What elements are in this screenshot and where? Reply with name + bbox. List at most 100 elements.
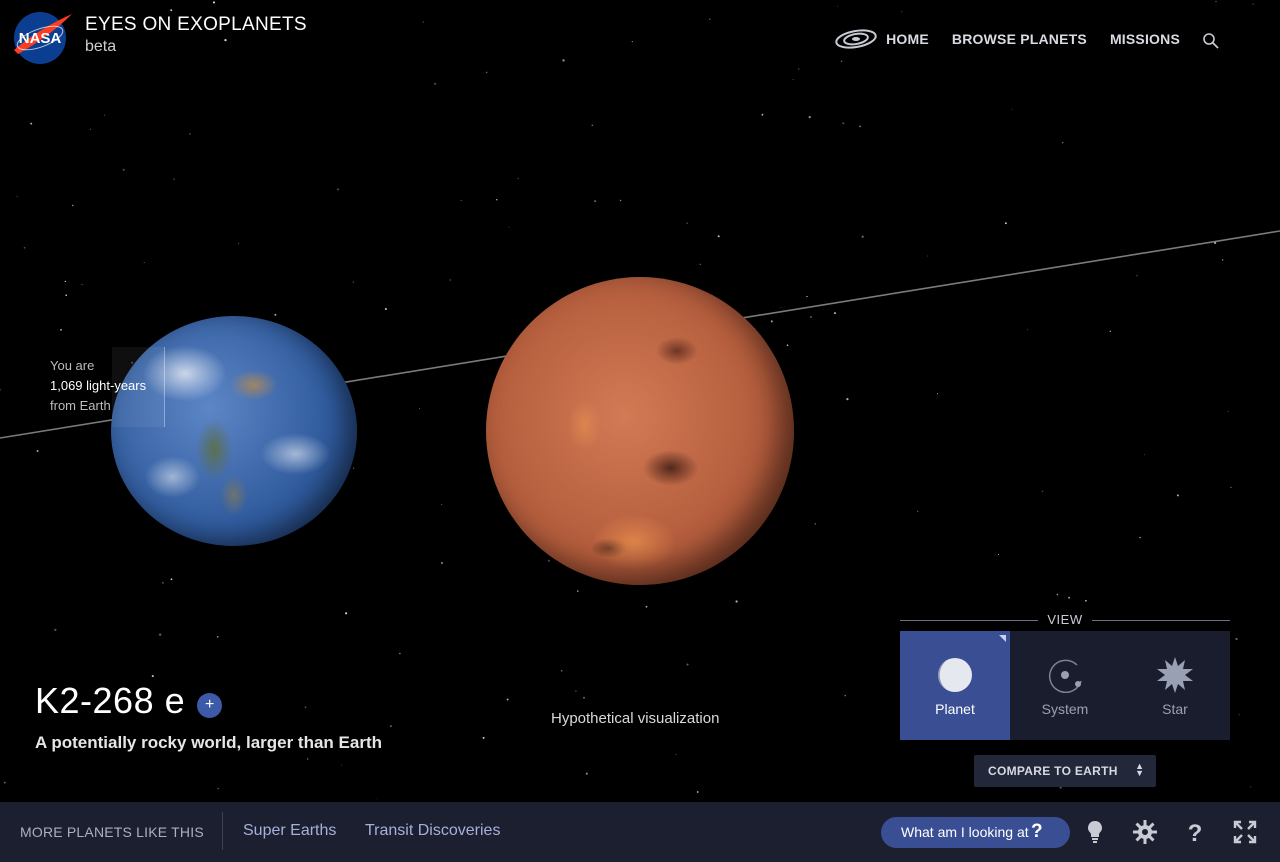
- star-dot: [216, 635, 219, 638]
- more-planets-label: MORE PLANETS LIKE THIS: [20, 824, 204, 840]
- star-dot: [1026, 329, 1028, 331]
- star-dot: [1068, 596, 1071, 599]
- star-dot: [161, 581, 164, 584]
- star-dot: [30, 122, 33, 125]
- star-dot: [562, 59, 565, 62]
- nav-missions[interactable]: MISSIONS: [1110, 31, 1180, 47]
- star-dot: [170, 578, 173, 581]
- star-dot: [274, 313, 277, 316]
- star-dot: [577, 590, 579, 592]
- distance-value: 1,069 light-years: [50, 378, 147, 393]
- star-dot: [547, 559, 550, 562]
- star-dot: [304, 706, 307, 709]
- star-dot: [1139, 536, 1141, 539]
- gear-icon[interactable]: [1133, 820, 1157, 844]
- star-dot: [506, 698, 509, 701]
- star-dot: [36, 450, 39, 452]
- app-subtitle: beta: [85, 38, 117, 55]
- star-dot: [81, 283, 83, 286]
- star-dot: [792, 79, 794, 81]
- divider: [222, 812, 223, 850]
- star-dot: [60, 328, 62, 331]
- star-dot: [508, 226, 510, 228]
- star-dot: [151, 675, 154, 678]
- view-selector: Planet System Star: [900, 631, 1230, 740]
- star-dot: [917, 510, 919, 512]
- star-dot: [517, 177, 520, 180]
- star-dot: [619, 199, 622, 202]
- star-dot: [496, 199, 498, 201]
- svg-text:?: ?: [1188, 820, 1203, 844]
- star-dot: [735, 600, 738, 603]
- star-dot: [997, 553, 1000, 555]
- star-dot: [797, 68, 800, 70]
- lightbulb-icon[interactable]: [1083, 820, 1107, 844]
- top-navigation: HOME BROWSE PLANETS MISSIONS: [834, 28, 1220, 50]
- fullscreen-icon[interactable]: [1233, 820, 1257, 844]
- star-dot: [384, 307, 388, 311]
- star-dot: [686, 222, 688, 224]
- star-dot: [1011, 108, 1013, 110]
- star-dot: [1062, 142, 1064, 144]
- galaxy-icon[interactable]: [834, 28, 878, 50]
- star-dot: [441, 503, 443, 505]
- star-dot: [1085, 599, 1087, 602]
- search-icon[interactable]: [1202, 32, 1220, 50]
- star-dot: [585, 772, 588, 775]
- star-dot: [631, 40, 633, 43]
- star-dot: [814, 523, 816, 525]
- star-dot: [1250, 786, 1252, 788]
- star-dot: [846, 397, 849, 401]
- planet-icon: [938, 658, 972, 692]
- star-dot: [1056, 593, 1059, 596]
- star-dot: [1176, 494, 1179, 497]
- star-dot: [834, 312, 836, 315]
- what-am-i-looking-at-button[interactable]: What am I looking at ?: [881, 817, 1070, 848]
- sort-arrows-icon: ▲ ▼: [1135, 761, 1144, 778]
- star-dot: [861, 235, 864, 238]
- help-icon[interactable]: ?: [1183, 820, 1207, 844]
- exoplanet-sphere[interactable]: [486, 277, 794, 585]
- star-dot: [482, 736, 485, 739]
- nav-browse-planets[interactable]: BROWSE PLANETS: [952, 31, 1087, 47]
- star-dot: [422, 21, 424, 23]
- star-dot: [434, 82, 437, 85]
- star-dot: [1144, 454, 1145, 456]
- star-dot: [217, 787, 219, 790]
- star-dot: [686, 663, 689, 666]
- svg-text:NASA: NASA: [19, 30, 62, 47]
- view-option-system[interactable]: System: [1010, 631, 1120, 740]
- star-dot: [3, 781, 6, 784]
- star-dot: [16, 195, 18, 197]
- category-transit-discoveries[interactable]: Transit Discoveries: [365, 822, 500, 840]
- star-dot: [583, 696, 585, 699]
- star-dot: [1136, 275, 1138, 277]
- star-dot: [173, 178, 175, 180]
- nav-home[interactable]: HOME: [886, 31, 929, 47]
- view-option-planet[interactable]: Planet: [900, 631, 1010, 740]
- star-dot: [143, 262, 145, 263]
- planet-description: A potentially rocky world, larger than E…: [35, 733, 382, 752]
- star-dot: [376, 798, 378, 800]
- star-dot: [1004, 222, 1007, 225]
- view-option-star[interactable]: Star: [1120, 631, 1230, 740]
- star-dot: [699, 263, 701, 265]
- star-dot: [717, 235, 720, 238]
- star-dot: [761, 113, 764, 116]
- star-dot: [1230, 486, 1232, 489]
- star-dot: [419, 407, 421, 409]
- star-dot: [709, 18, 711, 20]
- star-dot: [1227, 411, 1229, 413]
- star-dot: [645, 605, 648, 608]
- add-button[interactable]: +: [197, 692, 223, 718]
- star-dot: [238, 242, 239, 244]
- view-heading: VIEW: [900, 612, 1230, 628]
- nasa-logo[interactable]: NASA: [10, 10, 74, 66]
- compare-to-earth-button[interactable]: COMPARE TO EARTH ▲ ▼: [974, 755, 1156, 787]
- star-dot: [189, 133, 191, 135]
- star-dot: [460, 199, 462, 202]
- category-super-earths[interactable]: Super Earths: [243, 822, 336, 840]
- star-dot: [399, 652, 401, 655]
- star-dot: [1235, 637, 1238, 641]
- star-dot: [441, 562, 443, 564]
